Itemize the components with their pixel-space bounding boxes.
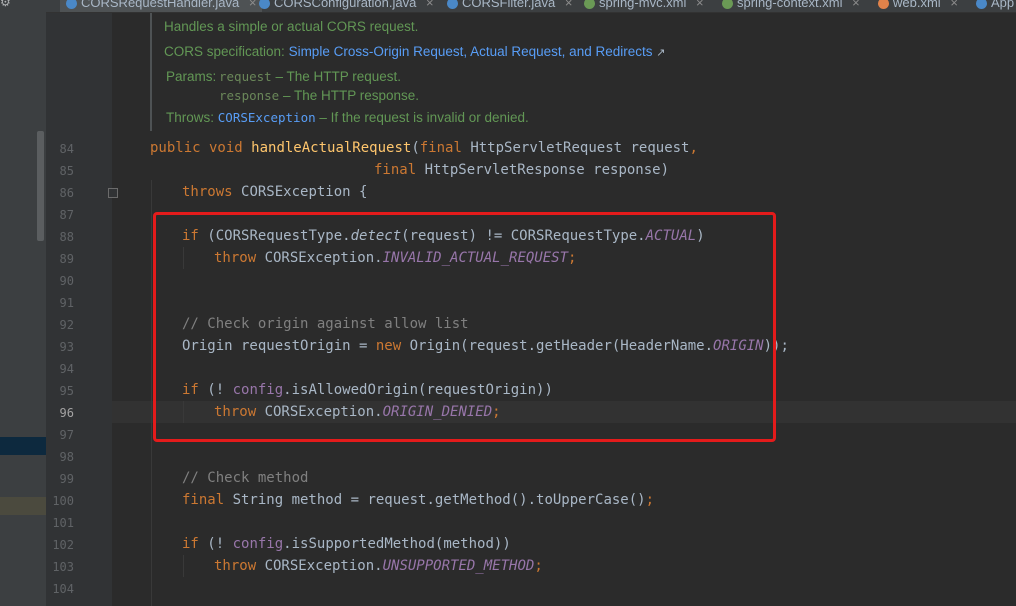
editor-tab-bar: CORSRequestHandler.java × CORSConfigurat… <box>46 0 1016 13</box>
java-class-icon <box>66 0 77 10</box>
annotation-highlight-box <box>153 212 776 442</box>
doc-summary: Handles a simple or actual CORS request. <box>164 19 419 34</box>
close-icon[interactable]: × <box>950 0 958 10</box>
code-line[interactable]: final HttpServletResponse response) <box>374 162 669 178</box>
tab-app[interactable]: App <box>976 0 1014 12</box>
line-number[interactable]: 96 <box>46 406 74 420</box>
java-class-icon <box>976 0 987 10</box>
fold-icon[interactable] <box>108 188 118 198</box>
line-number[interactable]: 97 <box>46 428 74 442</box>
javadoc-bar <box>150 13 152 131</box>
code-line[interactable]: final String method = request.getMethod(… <box>182 492 654 508</box>
doc-params-label: Params: <box>166 69 217 84</box>
doc-param-response: response – The HTTP response. <box>219 88 420 103</box>
line-number[interactable]: 102 <box>46 538 74 552</box>
doc-spec: CORS specification: Simple Cross-Origin … <box>164 44 666 59</box>
indent-guide <box>183 555 184 577</box>
code-line[interactable]: public void handleActualRequest(final Ht… <box>150 140 698 156</box>
tab-corsfilter[interactable]: CORSFilter.java × <box>447 0 572 12</box>
line-number[interactable]: 85 <box>46 164 74 178</box>
project-tool-window: ⚙ <box>0 0 46 606</box>
line-number[interactable]: 104 <box>46 582 74 596</box>
throws-type-link[interactable]: CORSException <box>218 110 316 125</box>
tab-corsconfiguration[interactable]: CORSConfiguration.java × <box>259 0 434 12</box>
java-class-icon <box>259 0 270 10</box>
indent-guide <box>151 180 152 606</box>
xml-icon <box>878 0 889 10</box>
line-number[interactable]: 84 <box>46 142 74 156</box>
line-number[interactable]: 103 <box>46 560 74 574</box>
close-icon[interactable]: × <box>249 0 257 10</box>
code-line[interactable]: throw CORSException.UNSUPPORTED_METHOD; <box>214 558 543 574</box>
close-icon[interactable]: × <box>696 0 704 10</box>
line-number[interactable]: 92 <box>46 318 74 332</box>
doc-throws: Throws: CORSException – If the request i… <box>166 110 529 125</box>
line-number[interactable]: 87 <box>46 208 74 222</box>
spring-xml-icon <box>584 0 595 10</box>
close-icon[interactable]: × <box>852 0 860 10</box>
line-number[interactable]: 90 <box>46 274 74 288</box>
tab-corsrequesthandler[interactable]: CORSRequestHandler.java × <box>60 0 263 12</box>
external-link-icon[interactable]: ↗ <box>656 47 665 59</box>
line-number[interactable]: 98 <box>46 450 74 464</box>
tab-spring-mvc[interactable]: spring-mvc.xml × <box>584 0 704 12</box>
project-scrollbar[interactable] <box>37 131 44 241</box>
spring-xml-icon <box>722 0 733 10</box>
line-number[interactable]: 101 <box>46 516 74 530</box>
line-number[interactable]: 93 <box>46 340 74 354</box>
line-number[interactable]: 89 <box>46 252 74 266</box>
line-number[interactable]: 94 <box>46 362 74 376</box>
project-tree-row[interactable] <box>0 497 46 515</box>
close-icon[interactable]: × <box>426 0 434 10</box>
line-number[interactable]: 91 <box>46 296 74 310</box>
line-number[interactable]: 95 <box>46 384 74 398</box>
code-comment[interactable]: // Check method <box>182 470 308 486</box>
project-tree-selected-row[interactable] <box>0 437 46 455</box>
line-number[interactable]: 86 <box>46 186 74 200</box>
code-line[interactable]: if (! config.isSupportedMethod(method)) <box>182 536 511 552</box>
tab-spring-context[interactable]: spring-context.xml × <box>722 0 860 12</box>
java-class-icon <box>447 0 458 10</box>
spec-link[interactable]: Simple Cross-Origin Request, Actual Requ… <box>289 44 653 59</box>
tab-web-xml[interactable]: web.xml × <box>878 0 958 12</box>
line-number[interactable]: 99 <box>46 472 74 486</box>
gear-icon[interactable]: ⚙ <box>0 0 14 9</box>
close-icon[interactable]: × <box>565 0 573 10</box>
line-number[interactable]: 88 <box>46 230 74 244</box>
code-line[interactable]: throws CORSException { <box>182 184 367 200</box>
rendered-javadoc: Handles a simple or actual CORS request.… <box>150 13 760 133</box>
line-number[interactable]: 100 <box>46 494 74 508</box>
doc-param-request: request – The HTTP request. <box>219 69 401 84</box>
